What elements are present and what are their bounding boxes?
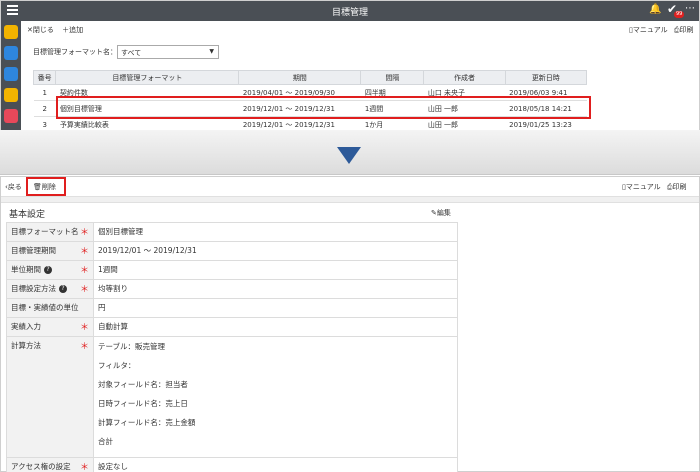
edit-button[interactable]: ✎編集 <box>431 208 451 218</box>
field-value: 均等割り <box>93 279 458 299</box>
field-label: 実績入力＊ <box>6 317 94 337</box>
calc-line: 対象フィールド名：担当者 <box>98 380 188 389</box>
field-label: アクセス権の設定＊ <box>6 457 94 472</box>
edit-label: 編集 <box>436 209 451 217</box>
column-header: 目標管理フォーマット <box>55 70 240 85</box>
bell-icon[interactable]: 🔔 <box>649 4 661 15</box>
required-mark-icon: ＊ <box>79 463 89 472</box>
calc-line: 日時フィールド名：売上日 <box>98 399 188 408</box>
back-label: 戻る <box>7 183 22 191</box>
filter-label: 目標管理フォーマット名： <box>33 48 117 56</box>
delete-highlight-box <box>26 177 66 196</box>
mail-icon[interactable] <box>4 109 18 123</box>
column-header: 作成者 <box>423 70 506 85</box>
field-row: 単位期間? ＊ 1週間 <box>6 260 458 280</box>
list-screen: 目標管理 🔔 ✔ 99 ⋯ ✕閉じる ＋追加 ▯マニュアル ⎙印刷 目標管理フォ… <box>0 0 700 131</box>
detail-screen: ‹戻る 🗑削除 ▯マニュアル ⎙印刷 基本設定 ✎編集 目標フォーマット名＊ 個… <box>0 176 700 472</box>
field-label: 目標設定方法? ＊ <box>6 279 94 299</box>
field-row: 目標フォーマット名＊ 個別目標管理 <box>6 222 458 242</box>
column-header: 期間 <box>238 70 362 85</box>
field-value: 1週間 <box>93 260 458 280</box>
row-number: 1 <box>33 84 56 101</box>
more-icon[interactable]: ⋯ <box>685 3 695 14</box>
field-row: アクセス権の設定＊ 設定なし <box>6 457 458 472</box>
list-top-links: ▯マニュアル ⎙印刷 <box>629 25 694 35</box>
print-link[interactable]: 印刷 <box>673 183 687 191</box>
field-value: 2019/12/01 ～ 2019/12/31 <box>93 241 458 261</box>
help-icon[interactable]: ? <box>59 285 67 293</box>
column-header: 番号 <box>32 70 57 85</box>
format-filter-select[interactable]: すべて ▼ <box>117 45 219 59</box>
row-number: 2 <box>33 100 56 117</box>
add-button[interactable]: ＋追加 <box>62 26 83 34</box>
manual-link[interactable]: マニュアル <box>633 26 668 34</box>
calc-method-value: テーブル：販売管理 フィルタ： 対象フィールド名：担当者 日時フィールド名：売上… <box>93 336 458 458</box>
required-mark-icon: ＊ <box>79 285 89 295</box>
print-link[interactable]: 印刷 <box>680 26 694 34</box>
close-button[interactable]: ✕閉じる <box>27 26 54 34</box>
chevron-down-icon: ▼ <box>209 48 214 55</box>
help-icon[interactable]: ? <box>44 266 52 274</box>
field-row: 目標・実績値の単位 円 <box>6 298 458 318</box>
column-header: 間隔 <box>360 70 425 85</box>
calc-line: 計算フィールド名：売上金額 <box>98 418 196 427</box>
down-arrow-icon <box>337 147 361 164</box>
table-header-row: 番号 目標管理フォーマット 期間 間隔 作成者 更新日時 <box>32 70 588 85</box>
basic-settings-table: 目標フォーマット名＊ 個別目標管理 目標管理期間＊ 2019/12/01 ～ 2… <box>6 222 458 472</box>
column-header: 更新日時 <box>504 70 588 85</box>
list-toolbar: ✕閉じる ＋追加 <box>27 25 89 35</box>
format-filter-value: すべて <box>121 49 142 57</box>
field-row: 計算方法＊ テーブル：販売管理 フィルタ： 対象フィールド名：担当者 日時フィー… <box>6 336 458 458</box>
field-value: 設定なし <box>93 457 458 472</box>
field-value: 円 <box>93 298 458 318</box>
app-title: 目標管理 <box>331 8 368 18</box>
section-title: 基本設定 <box>9 210 46 220</box>
field-row: 目標設定方法? ＊ 均等割り <box>6 279 458 299</box>
app-titlebar: 目標管理 🔔 ✔ 99 ⋯ <box>1 1 699 21</box>
calc-line: 合計 <box>98 437 113 446</box>
field-row: 目標管理期間＊ 2019/12/01 ～ 2019/12/31 <box>6 241 458 261</box>
field-label: 単位期間? ＊ <box>6 260 94 280</box>
required-mark-icon: ＊ <box>79 228 89 238</box>
field-value: 自動計算 <box>93 317 458 337</box>
chat-icon[interactable] <box>4 67 18 81</box>
field-value: 個別目標管理 <box>93 222 458 242</box>
app-sidebar <box>1 21 21 130</box>
detail-top-links: ▯マニュアル ⎙印刷 <box>622 182 687 192</box>
required-mark-icon: ＊ <box>79 247 89 257</box>
manual-link[interactable]: マニュアル <box>626 183 661 191</box>
field-row: 実績入力＊ 自動計算 <box>6 317 458 337</box>
database-icon[interactable] <box>4 46 18 60</box>
calc-line: フィルタ： <box>98 361 136 370</box>
row-highlight-box <box>56 96 591 119</box>
calc-line: テーブル：販売管理 <box>98 342 166 351</box>
divider <box>1 196 699 203</box>
field-label: 目標管理期間＊ <box>6 241 94 261</box>
home-icon[interactable] <box>4 25 18 39</box>
notification-badge: 99 <box>674 11 685 18</box>
required-mark-icon: ＊ <box>79 323 89 333</box>
field-label: 目標・実績値の単位 <box>6 298 94 318</box>
field-label: 目標フォーマット名＊ <box>6 222 94 242</box>
required-mark-icon: ＊ <box>79 342 89 352</box>
briefcase-icon[interactable] <box>4 88 18 102</box>
required-mark-icon: ＊ <box>79 266 89 276</box>
back-button[interactable]: ‹戻る <box>5 182 22 192</box>
field-label: 計算方法＊ <box>6 336 94 458</box>
row-number: 3 <box>33 116 56 130</box>
